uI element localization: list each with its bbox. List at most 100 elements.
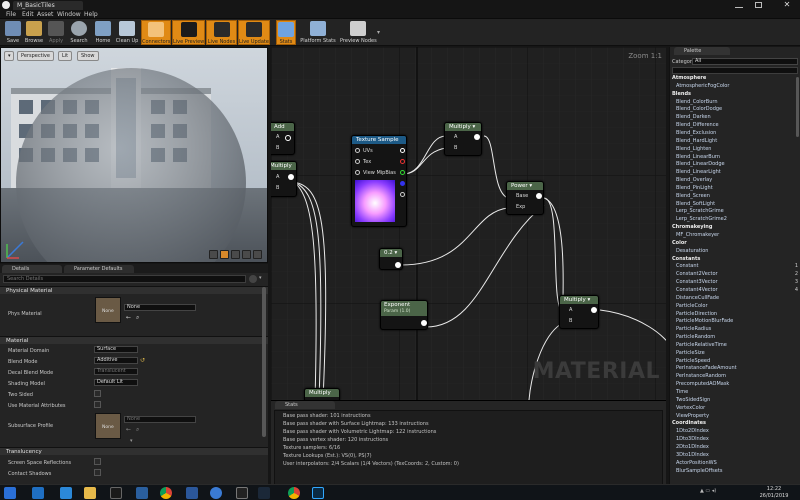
maximize-button[interactable]: [755, 2, 762, 8]
translucency-section[interactable]: Translucency: [0, 447, 268, 455]
contact-shadows-checkbox[interactable]: [94, 469, 101, 476]
texture-sample-pin-view-mipbias[interactable]: View MipBias: [355, 170, 396, 176]
palette-item[interactable]: Desaturation: [670, 248, 800, 255]
rgb-output-pin[interactable]: [400, 148, 405, 153]
preview-plane-icon[interactable]: [231, 250, 240, 259]
palette-item[interactable]: 1Dto2DIndex: [670, 428, 800, 435]
preview-cylinder-icon[interactable]: [209, 250, 218, 259]
palette-item[interactable]: Blend_Screen: [670, 193, 800, 200]
exponent-parameter-node[interactable]: Exponent Param (1.0): [380, 300, 428, 330]
search-button[interactable]: Search: [68, 20, 90, 45]
steam-icon[interactable]: [258, 487, 270, 499]
file-explorer-icon[interactable]: [84, 487, 96, 499]
eye-icon[interactable]: [249, 275, 257, 283]
subsurface-profile-thumbnail[interactable]: None: [95, 413, 121, 439]
palette-item[interactable]: ParticleRandom: [670, 334, 800, 341]
multiply-top-node[interactable]: Multiply ▾ A B: [444, 122, 482, 156]
toolbar-overflow-icon[interactable]: ▾: [377, 29, 380, 36]
palette-item[interactable]: PrecomputedAOMask: [670, 381, 800, 388]
category-dropdown[interactable]: All: [692, 58, 798, 65]
browse-asset-icon[interactable]: ⌕: [136, 314, 139, 322]
palette-item[interactable]: AtmosphericFogColor: [670, 83, 800, 90]
multiply-left-node[interactable]: Multiply A B: [271, 161, 297, 197]
power-pin-exp[interactable]: Exp: [516, 204, 525, 210]
viewport-options-button[interactable]: ▾: [4, 51, 14, 61]
menu-window[interactable]: Window: [57, 11, 81, 18]
palette-item[interactable]: Constant3Vector 3: [670, 279, 800, 286]
advanced-expand-arrow-icon[interactable]: ▾: [130, 438, 133, 444]
add-pin-b[interactable]: B: [276, 145, 279, 151]
details-scrollbar[interactable]: [262, 287, 266, 437]
settings-dropdown-icon[interactable]: ▾: [259, 275, 266, 283]
palette-category[interactable]: Constants: [670, 256, 800, 263]
preview-nodes-button[interactable]: Preview Nodes: [340, 20, 377, 45]
use-material-attributes-checkbox[interactable]: [94, 401, 101, 408]
power-output-pin[interactable]: [536, 193, 542, 199]
lit-button[interactable]: Lit: [58, 51, 73, 61]
palette-item[interactable]: ParticleMotionBlurFade: [670, 318, 800, 325]
mail-2-icon[interactable]: [60, 487, 72, 499]
add-output-pin[interactable]: [285, 135, 291, 141]
palette-item[interactable]: ParticleSpeed: [670, 358, 800, 365]
perspective-button[interactable]: Perspective: [17, 51, 54, 61]
palette-item[interactable]: Blend_SoftLight: [670, 201, 800, 208]
palette-item[interactable]: Blend_Difference: [670, 122, 800, 129]
palette-item[interactable]: Constant2Vector 2: [670, 271, 800, 278]
phys-material-dropdown[interactable]: None: [124, 304, 196, 311]
multiply-left-pin-b[interactable]: B: [276, 185, 279, 191]
subsurface-browse-icon[interactable]: ⌕: [136, 426, 139, 434]
r-output-pin[interactable]: [400, 159, 405, 164]
palette-category[interactable]: Coordinates: [670, 420, 800, 427]
palette-item[interactable]: Lerp_ScratchGrime: [670, 208, 800, 215]
palette-item[interactable]: ParticleSize: [670, 350, 800, 357]
palette-item[interactable]: Constant 1: [670, 263, 800, 270]
minimize-button[interactable]: [735, 2, 743, 8]
preview-mesh-icon[interactable]: [253, 250, 262, 259]
multiply-right-node[interactable]: Multiply ▾ A B: [559, 295, 599, 329]
palette-item[interactable]: Blend_LinearDodge: [670, 161, 800, 168]
constant-0-2-node[interactable]: 0.2 ▾: [379, 248, 403, 270]
multiply-right-pin-a[interactable]: A: [569, 307, 572, 313]
palette-item[interactable]: Blend_ColorBurn: [670, 99, 800, 106]
palette-category[interactable]: Blends: [670, 91, 800, 98]
physical-material-section[interactable]: Physical Material: [0, 286, 268, 294]
subsurface-use-selected-icon[interactable]: ←: [126, 426, 131, 433]
palette-item[interactable]: Blend_Exclusion: [670, 130, 800, 137]
constant-0-2-output-pin[interactable]: [395, 262, 401, 268]
palette-item[interactable]: 3Dto1DIndex: [670, 452, 800, 459]
details-search-input[interactable]: Search Details: [3, 275, 246, 283]
material-section[interactable]: Material: [0, 336, 268, 344]
b-output-pin[interactable]: [400, 181, 405, 186]
palette-category[interactable]: Color: [670, 240, 800, 247]
decal-blend-mode-dropdown[interactable]: Translucent: [94, 368, 138, 375]
texture-sample-pin-uvs[interactable]: UVs: [355, 148, 373, 154]
palette-category[interactable]: Chromakeying: [670, 224, 800, 231]
browser-icon[interactable]: [210, 487, 222, 499]
material-preview-viewport[interactable]: ▾ Perspective Lit Show: [0, 47, 268, 263]
multiply-bottom-node[interactable]: Multiply: [304, 388, 340, 400]
power-pin-base[interactable]: Base: [516, 193, 528, 199]
palette-item[interactable]: VertexColor: [670, 405, 800, 412]
apply-button[interactable]: Apply: [46, 20, 66, 45]
tab-parameter-defaults[interactable]: Parameter Defaults: [64, 265, 134, 273]
palette-item[interactable]: Blend_HardLight: [670, 138, 800, 145]
phys-material-thumbnail[interactable]: None: [95, 297, 121, 323]
palette-item[interactable]: 2Dto1DIndex: [670, 444, 800, 451]
a-output-pin[interactable]: [400, 192, 405, 197]
menu-asset[interactable]: Asset: [37, 11, 53, 18]
clean-up-button[interactable]: Clean Up: [115, 20, 139, 45]
palette-scrollbar[interactable]: [796, 77, 799, 137]
reset-to-default-icon[interactable]: ↺: [140, 357, 145, 364]
multiply-right-output-pin[interactable]: [591, 307, 597, 313]
word-icon[interactable]: [186, 487, 198, 499]
photoshop-icon[interactable]: [312, 487, 324, 499]
multiply-right-pin-b[interactable]: B: [569, 318, 572, 324]
multiply-top-pin-a[interactable]: A: [454, 134, 457, 140]
close-button[interactable]: ✕: [776, 0, 798, 10]
chrome-2-icon[interactable]: [288, 487, 300, 499]
screen-space-reflections-checkbox[interactable]: [94, 458, 101, 465]
palette-item[interactable]: Constant4Vector 4: [670, 287, 800, 294]
texture-sample-pin-tex[interactable]: Tex: [355, 159, 371, 165]
platform-stats-button[interactable]: Platform Stats: [298, 20, 338, 45]
add-node[interactable]: Add A B: [271, 122, 295, 155]
